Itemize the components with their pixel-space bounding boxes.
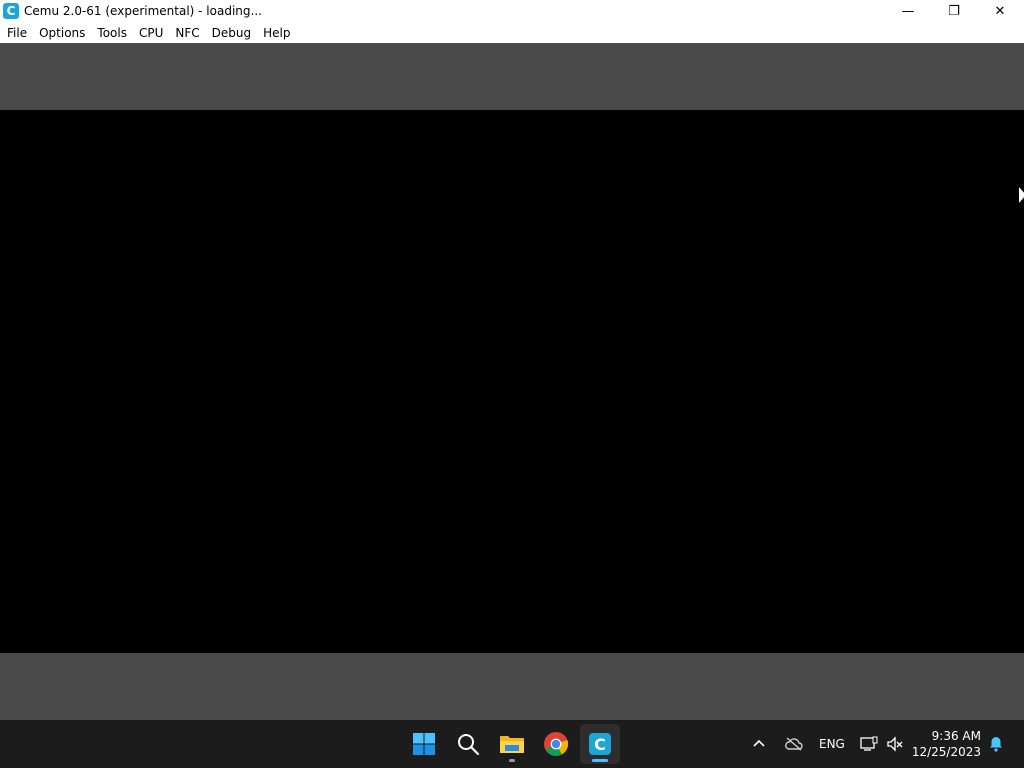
menu-debug[interactable]: Debug: [205, 23, 256, 43]
minimize-icon: —: [901, 4, 915, 19]
minimize-button[interactable]: —: [885, 0, 931, 23]
taskbar-chrome[interactable]: [536, 724, 576, 764]
tray-onedrive[interactable]: [785, 720, 803, 768]
menu-nfc[interactable]: NFC: [168, 23, 204, 43]
tray-volume[interactable]: [886, 720, 904, 768]
close-icon: ✕: [994, 4, 1006, 19]
close-button[interactable]: ✕: [977, 0, 1023, 23]
taskbar: C ENG 9:36 AM 12/25/2023: [0, 720, 1024, 768]
menu-tools[interactable]: Tools: [90, 23, 132, 43]
cemu-icon: C: [589, 733, 611, 755]
clock-time: 9:36 AM: [931, 729, 981, 743]
menu-bar: File Options Tools CPU NFC Debug Help: [0, 23, 1024, 43]
network-icon: [860, 736, 878, 751]
taskbar-cemu[interactable]: C: [580, 724, 620, 764]
cloud-offline-icon: [785, 737, 803, 751]
menu-help[interactable]: Help: [256, 23, 295, 43]
menu-options[interactable]: Options: [32, 23, 90, 43]
clock[interactable]: 9:36 AM 12/25/2023: [912, 728, 981, 760]
tray-network[interactable]: [860, 720, 878, 768]
tray-overflow-button[interactable]: [752, 720, 766, 768]
notification-button[interactable]: [988, 720, 1004, 768]
active-indicator: [592, 759, 608, 762]
language-indicator: ENG: [819, 737, 845, 751]
volume-muted-icon: [887, 736, 903, 752]
start-button[interactable]: [404, 724, 444, 764]
render-viewport[interactable]: [0, 43, 1024, 720]
bell-icon: [990, 737, 1002, 752]
windows-start-icon: [413, 733, 435, 755]
cemu-app-icon[interactable]: C: [3, 3, 19, 19]
window-title: Cemu 2.0-61 (experimental) - loading...: [24, 4, 262, 18]
chevron-up-icon: [753, 739, 765, 747]
mouse-cursor-icon: [1019, 187, 1024, 203]
taskbar-search-button[interactable]: [448, 724, 488, 764]
running-indicator: [509, 759, 515, 762]
menu-file[interactable]: File: [0, 23, 32, 43]
search-icon: [458, 734, 480, 756]
clock-date: 12/25/2023: [911, 745, 981, 759]
letterbox-top: [0, 43, 1024, 110]
chrome-icon: [544, 732, 569, 757]
letterbox-bottom: [0, 653, 1024, 720]
maximize-button[interactable]: ❐: [931, 0, 977, 23]
menu-cpu[interactable]: CPU: [132, 23, 168, 43]
file-explorer-icon: [500, 736, 524, 753]
tray-language[interactable]: ENG: [819, 720, 845, 768]
taskbar-file-explorer[interactable]: [492, 724, 532, 764]
restore-icon: ❐: [948, 4, 960, 19]
title-bar[interactable]: C Cemu 2.0-61 (experimental) - loading..…: [0, 0, 1024, 23]
